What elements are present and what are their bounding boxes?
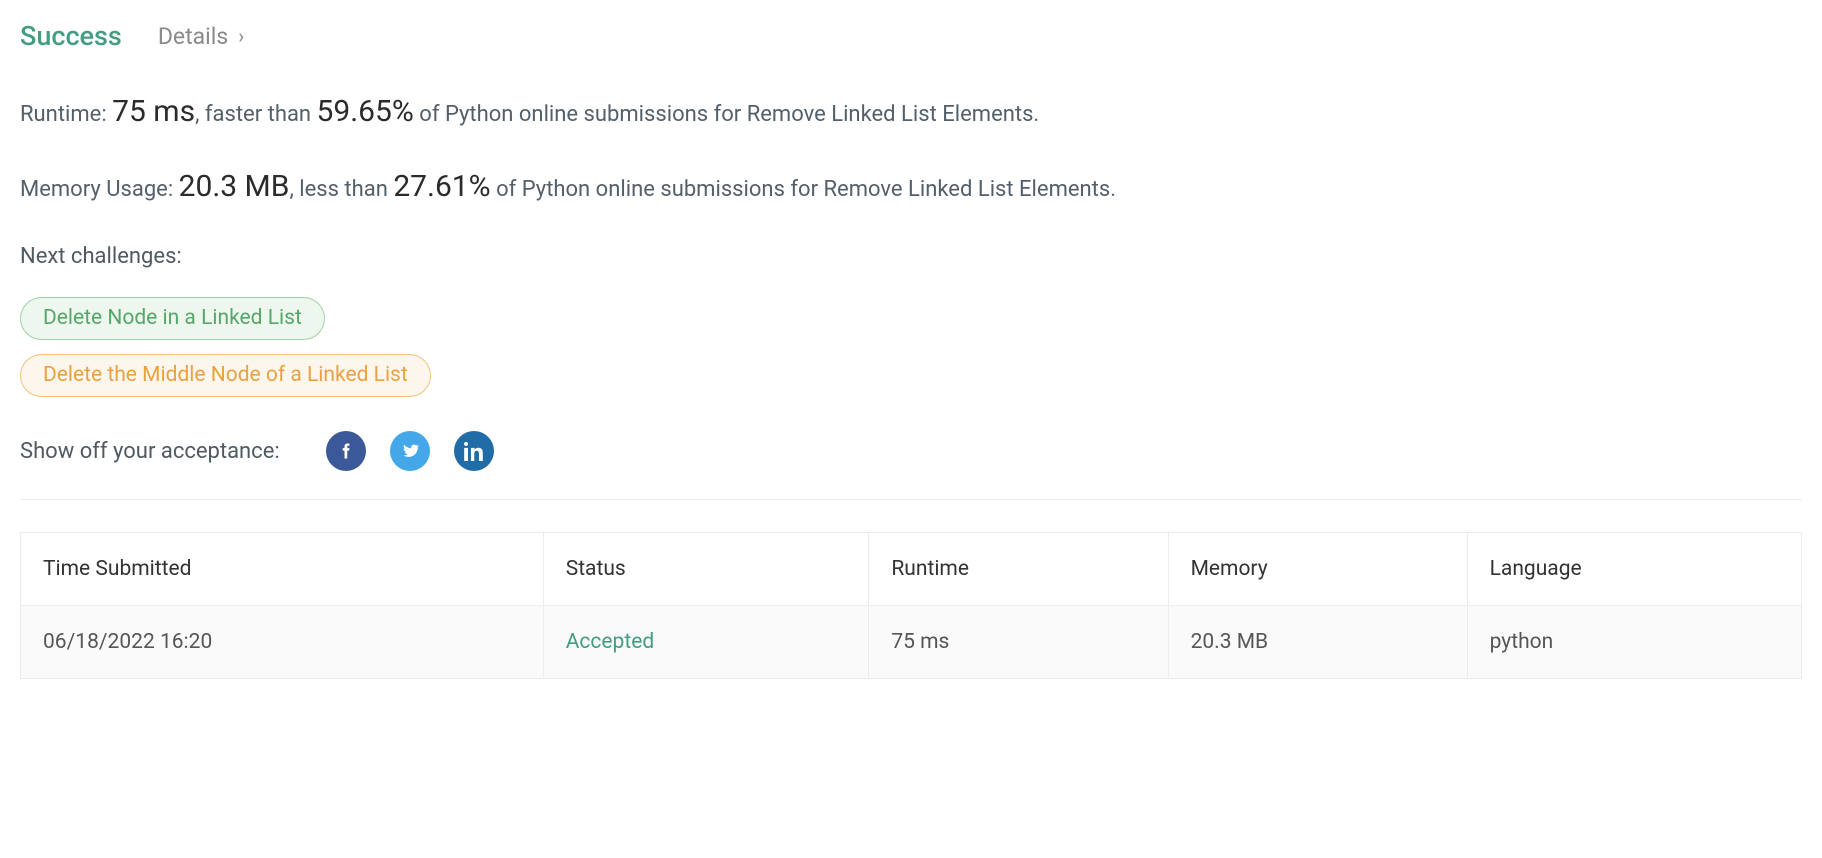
memory-tail: of Python online submissions for Remove … [491, 177, 1116, 202]
col-status: Status [543, 533, 869, 606]
twitter-icon[interactable] [390, 431, 430, 471]
col-runtime: Runtime [869, 533, 1168, 606]
challenge-pill[interactable]: Delete Node in a Linked List [20, 297, 325, 340]
divider [20, 499, 1802, 500]
memory-label: Memory Usage: [20, 177, 179, 202]
details-label: Details [158, 23, 228, 50]
cell-runtime: 75 ms [869, 606, 1168, 679]
runtime-line: Runtime: 75 ms, faster than 59.65% of Py… [20, 94, 1802, 129]
table-header-row: Time Submitted Status Runtime Memory Lan… [21, 533, 1802, 606]
runtime-percent: 59.65% [317, 94, 414, 129]
linkedin-icon[interactable] [454, 431, 494, 471]
facebook-icon[interactable] [326, 431, 366, 471]
social-icons [326, 431, 494, 471]
status-accepted-link[interactable]: Accepted [566, 630, 654, 654]
cell-language: python [1467, 606, 1801, 679]
details-link[interactable]: Details › [158, 23, 244, 50]
memory-sep: , less than [289, 177, 393, 202]
challenges-list: Delete Node in a Linked List Delete the … [20, 297, 1802, 397]
result-header: Success Details › [20, 20, 1802, 52]
col-time: Time Submitted [21, 533, 544, 606]
submissions-table: Time Submitted Status Runtime Memory Lan… [20, 532, 1802, 679]
next-challenges-label: Next challenges: [20, 244, 1802, 269]
runtime-value: 75 ms [112, 94, 195, 129]
col-memory: Memory [1168, 533, 1467, 606]
cell-time: 06/18/2022 16:20 [21, 606, 544, 679]
share-row: Show off your acceptance: [20, 431, 1802, 471]
status-title: Success [20, 20, 122, 52]
memory-percent: 27.61% [393, 169, 490, 204]
runtime-sep: , faster than [195, 102, 316, 127]
col-language: Language [1467, 533, 1801, 606]
cell-status: Accepted [543, 606, 869, 679]
memory-line: Memory Usage: 20.3 MB, less than 27.61% … [20, 169, 1802, 204]
runtime-tail: of Python online submissions for Remove … [414, 102, 1039, 127]
chevron-right-icon: › [238, 24, 244, 48]
runtime-label: Runtime: [20, 102, 112, 127]
cell-memory: 20.3 MB [1168, 606, 1467, 679]
share-label: Show off your acceptance: [20, 439, 280, 464]
table-row: 06/18/2022 16:20 Accepted 75 ms 20.3 MB … [21, 606, 1802, 679]
challenge-pill[interactable]: Delete the Middle Node of a Linked List [20, 354, 431, 397]
memory-value: 20.3 MB [179, 169, 290, 204]
